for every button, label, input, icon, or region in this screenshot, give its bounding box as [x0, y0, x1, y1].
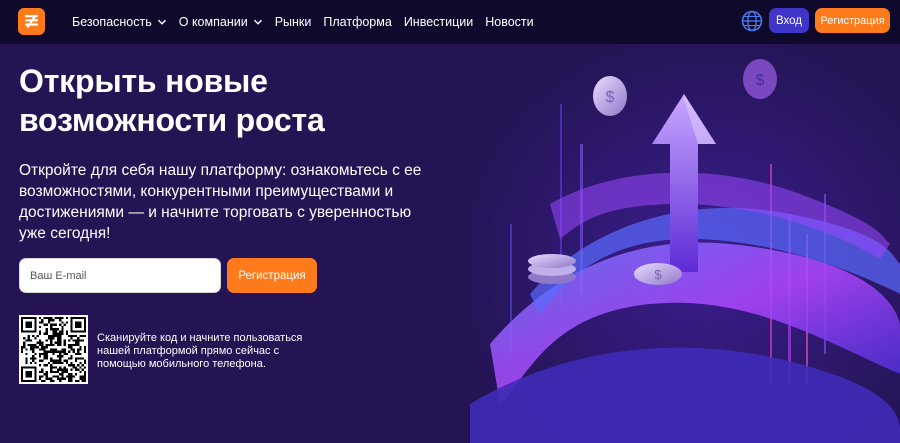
svg-text:$: $	[654, 267, 662, 282]
nav-item-markets[interactable]: Рынки	[275, 15, 312, 29]
coin-stack-icon	[528, 254, 576, 284]
svg-text:$: $	[606, 89, 615, 106]
nav-item-investments[interactable]: Инвестиции	[404, 15, 473, 29]
main-nav: Безопасность О компании Рынки Платформа …	[72, 0, 534, 44]
coin-icon: $	[634, 263, 682, 285]
qr-code	[19, 315, 88, 384]
hero-title: Открыть новые возможности роста	[19, 62, 419, 140]
nav-item-label: Новости	[485, 15, 534, 29]
nav-item-security[interactable]: Безопасность	[72, 15, 167, 29]
hero-title-line-1: Открыть новые	[19, 63, 268, 99]
brand-logo[interactable]	[18, 8, 45, 35]
hero-register-button[interactable]: Регистрация	[227, 258, 317, 293]
nav-item-label: Рынки	[274, 15, 312, 29]
coin-icon: $	[593, 76, 627, 116]
nav-item-news[interactable]: Новости	[485, 15, 533, 29]
nav-item-label: О компании	[178, 15, 248, 29]
hero-title-line-2: возможности роста	[19, 102, 325, 138]
chevron-down-icon	[253, 19, 262, 25]
nav-item-about[interactable]: О компании	[179, 15, 263, 29]
nav-item-label: Безопасность	[72, 15, 152, 29]
qr-description: Сканируйте код и начните пользоваться на…	[97, 332, 303, 370]
nav-item-platform[interactable]: Платформа	[323, 15, 391, 29]
nav-item-label: Платформа	[323, 15, 392, 29]
nav-item-label: Инвестиции	[403, 15, 474, 29]
top-navigation-bar: Безопасность О компании Рынки Платформа …	[0, 0, 900, 44]
globe-icon[interactable]	[741, 10, 763, 32]
logo-icon	[25, 15, 38, 28]
email-input[interactable]	[19, 258, 221, 293]
hero-subtitle: Откройте для себя нашу платформу: ознако…	[19, 162, 422, 242]
coin-icon: $	[743, 59, 777, 99]
hero-growth-illustration: $ $ $	[470, 44, 900, 443]
chevron-down-icon	[157, 19, 166, 25]
header-register-button[interactable]: Регистрация	[815, 8, 890, 33]
svg-text:$: $	[756, 72, 765, 89]
login-button[interactable]: Вход	[769, 8, 809, 33]
